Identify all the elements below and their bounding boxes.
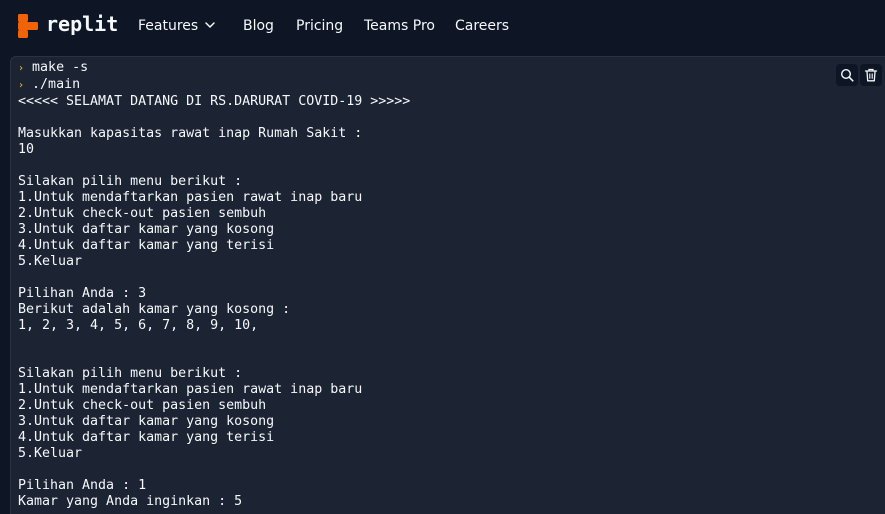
replit-logo-icon[interactable]	[18, 14, 38, 38]
program-output: <<<<< SELAMAT DATANG DI RS.DARURAT COVID…	[18, 94, 411, 509]
prompt-icon: ›	[18, 63, 25, 74]
clear-console-button[interactable]	[860, 64, 882, 86]
command-text: ./main	[32, 77, 81, 92]
command-line: › ./main	[18, 77, 410, 94]
search-button[interactable]	[836, 64, 858, 86]
chevron-down-icon[interactable]	[204, 19, 216, 31]
brand-name[interactable]: replit	[46, 11, 118, 37]
trash-icon	[864, 68, 878, 82]
nav-careers[interactable]: Careers	[455, 17, 509, 35]
command-line: › make -s	[18, 60, 410, 77]
command-text: make -s	[32, 60, 89, 75]
top-navbar: replit Features Blog Pricing Teams Pro C…	[0, 0, 885, 52]
prompt-icon: ›	[18, 80, 25, 91]
console-panel[interactable]: › make -s › ./main <<<<< SELAMAT DATANG DI…	[10, 56, 885, 514]
nav-teams-pro[interactable]: Teams Pro	[364, 17, 435, 35]
nav-pricing[interactable]: Pricing	[296, 17, 343, 35]
nav-features[interactable]: Features	[138, 17, 198, 35]
search-icon	[840, 68, 854, 82]
console-output[interactable]: › make -s › ./main <<<<< SELAMAT DATANG DI…	[18, 60, 410, 510]
nav-blog[interactable]: Blog	[243, 17, 274, 35]
